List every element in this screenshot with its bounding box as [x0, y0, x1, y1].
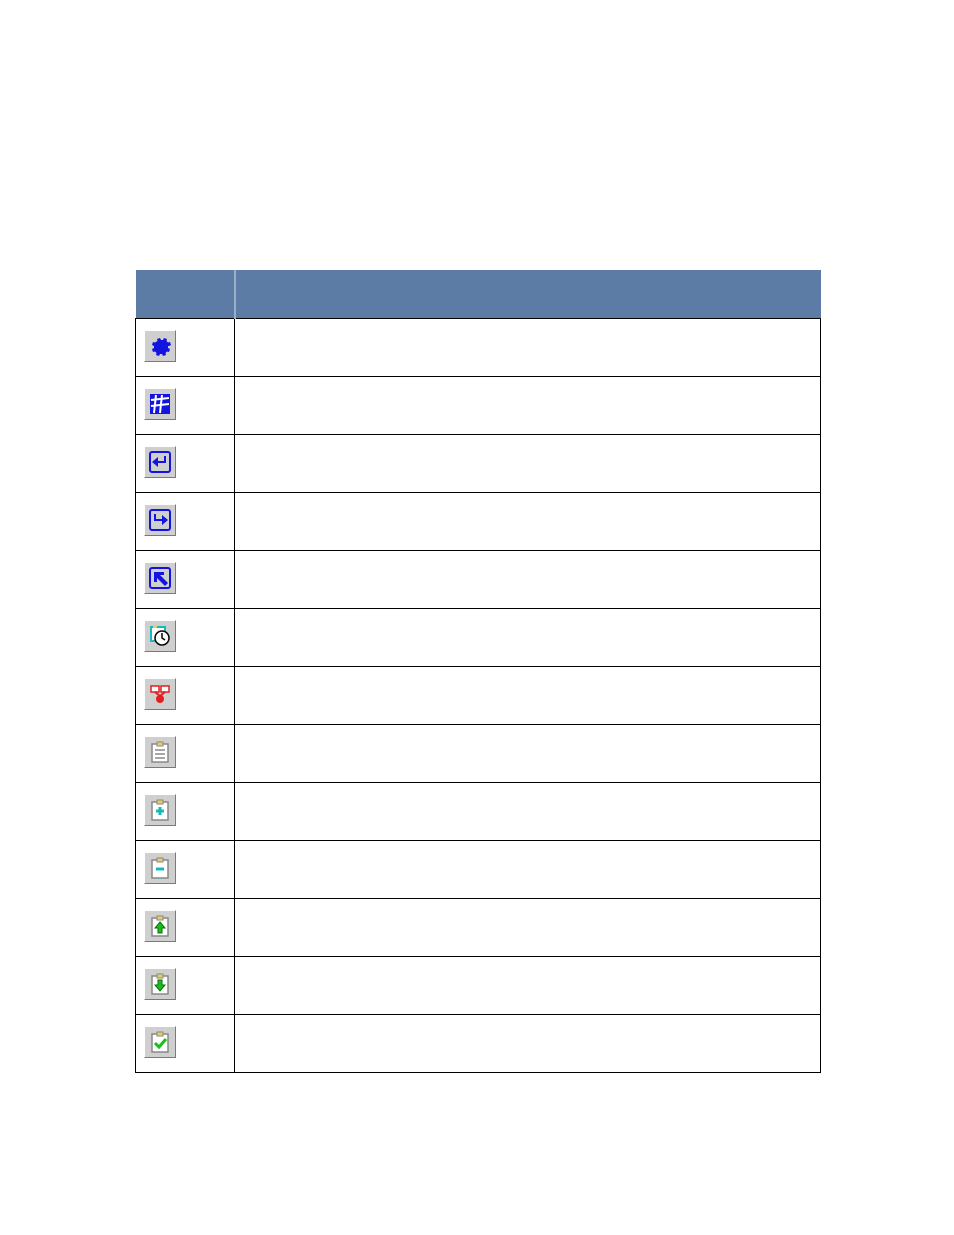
table-row [136, 493, 821, 551]
icon-cell [136, 377, 235, 435]
desc-cell [235, 899, 821, 957]
col-header-icon [136, 270, 235, 319]
desc-cell [235, 319, 821, 377]
document-page [0, 0, 954, 1235]
desc-cell [235, 667, 821, 725]
desc-cell [235, 551, 821, 609]
desc-cell [235, 841, 821, 899]
table-row [136, 667, 821, 725]
table-row [136, 841, 821, 899]
icon-cell [136, 1015, 235, 1073]
table-row [136, 551, 821, 609]
conflict-icon[interactable] [144, 678, 176, 710]
icon-cell [136, 725, 235, 783]
clipboard-check-icon[interactable] [144, 1026, 176, 1058]
icon-cell [136, 841, 235, 899]
desc-cell [235, 377, 821, 435]
clipboard-icon[interactable] [144, 736, 176, 768]
table-row [136, 899, 821, 957]
desc-cell [235, 1015, 821, 1073]
icon-cell [136, 783, 235, 841]
clipboard-down-icon[interactable] [144, 968, 176, 1000]
desc-cell [235, 493, 821, 551]
icon-cell [136, 493, 235, 551]
icon-cell [136, 957, 235, 1015]
desc-cell [235, 783, 821, 841]
icon-reference-table [135, 270, 821, 1073]
icon-cell [136, 609, 235, 667]
icon-cell [136, 435, 235, 493]
clipboard-plus-icon[interactable] [144, 794, 176, 826]
col-header-desc [235, 270, 821, 319]
desc-cell [235, 957, 821, 1015]
clock-icon[interactable] [144, 620, 176, 652]
desc-cell [235, 725, 821, 783]
icon-cell [136, 667, 235, 725]
table-row [136, 957, 821, 1015]
table-row [136, 783, 821, 841]
icon-cell [136, 551, 235, 609]
table-header-row [136, 270, 821, 319]
clipboard-up-icon[interactable] [144, 910, 176, 942]
arrow-left-icon[interactable] [144, 446, 176, 478]
icon-cell [136, 319, 235, 377]
table-row [136, 609, 821, 667]
clipboard-minus-icon[interactable] [144, 852, 176, 884]
grid-lines-icon[interactable] [144, 388, 176, 420]
icon-cell [136, 899, 235, 957]
table-row [136, 1015, 821, 1073]
table-row [136, 725, 821, 783]
gear-icon[interactable] [144, 330, 176, 362]
table-row [136, 319, 821, 377]
arrow-right-icon[interactable] [144, 504, 176, 536]
table-row [136, 435, 821, 493]
edit-arrow-icon[interactable] [144, 562, 176, 594]
table-row [136, 377, 821, 435]
desc-cell [235, 609, 821, 667]
desc-cell [235, 435, 821, 493]
